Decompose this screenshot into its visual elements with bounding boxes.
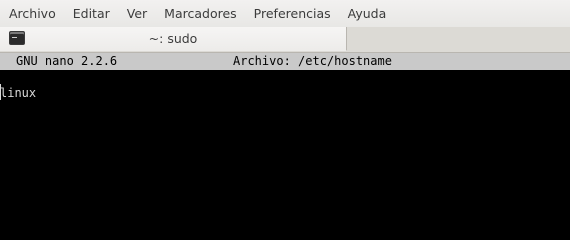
menu-preferencias[interactable]: Preferencias [245, 6, 331, 21]
tab-bar: ~: sudo [0, 27, 570, 53]
menu-editar[interactable]: Editar [64, 6, 110, 21]
tab-title: ~: sudo [148, 31, 198, 46]
editor-area[interactable]: linux [0, 70, 570, 200]
menu-ayuda[interactable]: Ayuda [339, 6, 387, 21]
menu-bar: Archivo Editar Ver Marcadores Preferenci… [0, 0, 570, 27]
menu-archivo[interactable]: Archivo [0, 6, 56, 21]
editor-line[interactable]: linux [0, 85, 36, 101]
menu-ver[interactable]: Ver [118, 6, 147, 21]
nano-title-bar: GNU nano 2.2.6 Archivo: /etc/hostname [0, 53, 570, 70]
nano-version: GNU nano 2.2.6 [16, 54, 118, 68]
nano-filename: Archivo: /etc/hostname [233, 54, 392, 68]
menu-marcadores[interactable]: Marcadores [155, 6, 237, 21]
terminal-tab[interactable]: ~: sudo [0, 27, 347, 51]
